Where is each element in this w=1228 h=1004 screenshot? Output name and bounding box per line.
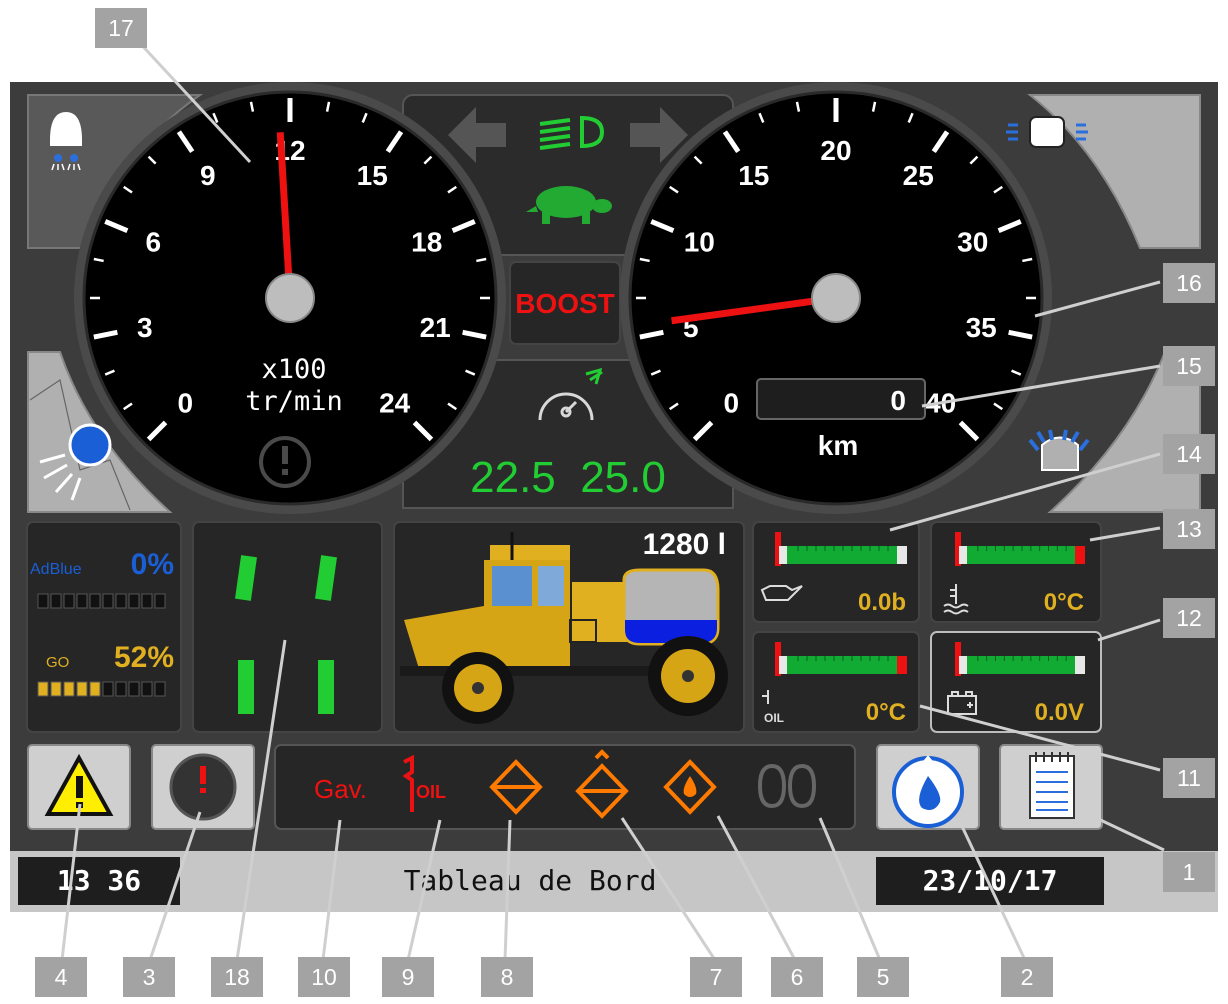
gav-warning-label: Gav. — [314, 774, 367, 804]
adblue-label: AdBlue — [30, 561, 82, 578]
water-drop-icon — [892, 755, 964, 828]
level-segment — [37, 593, 49, 609]
rpm-tick-label: 6 — [145, 226, 161, 257]
oil-pressure-gauge: 0.0b — [752, 521, 920, 623]
rpm-unit-multiplier: x100 — [261, 354, 326, 385]
rpm-tick-label: 15 — [357, 160, 388, 191]
gauge-alert-icon — [169, 753, 237, 821]
level-segment — [50, 593, 62, 609]
callout-17: 17 — [95, 8, 147, 48]
level-segment — [89, 681, 101, 697]
level-segment — [50, 681, 62, 697]
speed-tick-label: 35 — [966, 312, 997, 343]
rpm-tick-label: 0 — [178, 388, 194, 419]
rpm-gauge: 03691215182124 — [74, 82, 506, 514]
rpm-tick-label: 3 — [137, 312, 153, 343]
speed-tick-label: 15 — [738, 160, 769, 191]
dashboard-canvas: BOOST 22.5 25.0 03691215182124 051015202… — [10, 38, 1218, 961]
adblue-value: 0% — [131, 548, 174, 581]
rpm-tick-label: 9 — [200, 160, 216, 191]
notepad-icon — [1029, 752, 1075, 819]
level-segment — [141, 681, 153, 697]
oil-pressure-value: 0.0b — [858, 589, 906, 616]
speed-tick-label: 0 — [724, 388, 740, 419]
speed-tick-label: 10 — [684, 226, 715, 257]
callout-4: 4 — [35, 957, 87, 997]
odometer-value: 0 — [890, 385, 906, 416]
coolant-temp-value: 0°C — [1044, 589, 1084, 616]
rpm-tick-label: 18 — [411, 226, 442, 257]
dashboard-screenshot: BOOST 22.5 25.0 0 3 6 9 12 15 18 21 24 0 5 10 15 20 2… — [0, 0, 1228, 1000]
level-segment — [154, 593, 166, 609]
level-segment — [76, 681, 88, 697]
speed-tick-label: 25 — [903, 160, 934, 191]
level-segment — [128, 681, 140, 697]
level-segment — [128, 593, 140, 609]
callout-15: 15 — [1163, 346, 1215, 386]
level-segment — [141, 593, 153, 609]
level-segment — [76, 593, 88, 609]
level-segment — [63, 681, 75, 697]
callout-2: 2 — [1001, 957, 1053, 997]
steering-panel — [192, 521, 383, 733]
level-segment — [102, 681, 114, 697]
oil-warning-label: OIL — [416, 782, 446, 802]
callout-9: 9 — [382, 957, 434, 997]
battery-voltage-value: 0.0V — [1035, 699, 1084, 726]
oil-temp-value: 0°C — [866, 699, 906, 726]
callout-11: 11 — [1163, 758, 1215, 798]
callout-18: 18 — [211, 957, 263, 997]
screen-title: Tableau de Bord — [404, 864, 657, 897]
callout-1: 1 — [1163, 852, 1215, 892]
callout-16: 16 — [1163, 263, 1215, 303]
callout-7: 7 — [690, 957, 742, 997]
coolant-temp-gauge: 0°C — [930, 521, 1102, 623]
speed-setpoints: 22.5 25.0 — [470, 453, 666, 502]
oil-temp-gauge: OIL 0°C — [752, 631, 920, 733]
speed-unit: km — [818, 430, 858, 461]
rpm-hub — [265, 273, 315, 323]
level-segment — [102, 593, 114, 609]
settings-notes-button[interactable] — [999, 744, 1103, 830]
speed-tick-label: 20 — [820, 135, 851, 166]
diesel-label: GO — [46, 654, 69, 671]
callout-14: 14 — [1163, 434, 1215, 474]
fresh-water-button[interactable] — [876, 744, 980, 830]
maintenance-button[interactable] — [151, 744, 255, 830]
oil-temp-icon-label: OIL — [764, 711, 784, 725]
tank-volume: 1280 l — [643, 528, 726, 561]
callout-6: 6 — [771, 957, 823, 997]
rpm-tick-label: 21 — [420, 312, 451, 343]
rpm-tick-label: 24 — [379, 388, 411, 419]
boost-label: BOOST — [515, 288, 615, 319]
level-segment — [154, 681, 166, 697]
diesel-value: 52% — [114, 641, 174, 674]
callout-12: 12 — [1163, 598, 1215, 638]
callout-3: 3 — [123, 957, 175, 997]
rpm-unit: tr/min — [245, 386, 343, 417]
level-segment — [115, 681, 127, 697]
speed-tick-label: 30 — [957, 226, 988, 257]
speed-hub — [811, 273, 861, 323]
level-segment — [89, 593, 101, 609]
callout-10: 10 — [298, 957, 350, 997]
date: 23/10/17 — [923, 864, 1058, 897]
level-segment — [63, 593, 75, 609]
callout-5: 5 — [857, 957, 909, 997]
level-segment — [37, 681, 49, 697]
callout-13: 13 — [1163, 509, 1215, 549]
level-segment — [115, 593, 127, 609]
callout-8: 8 — [481, 957, 533, 997]
